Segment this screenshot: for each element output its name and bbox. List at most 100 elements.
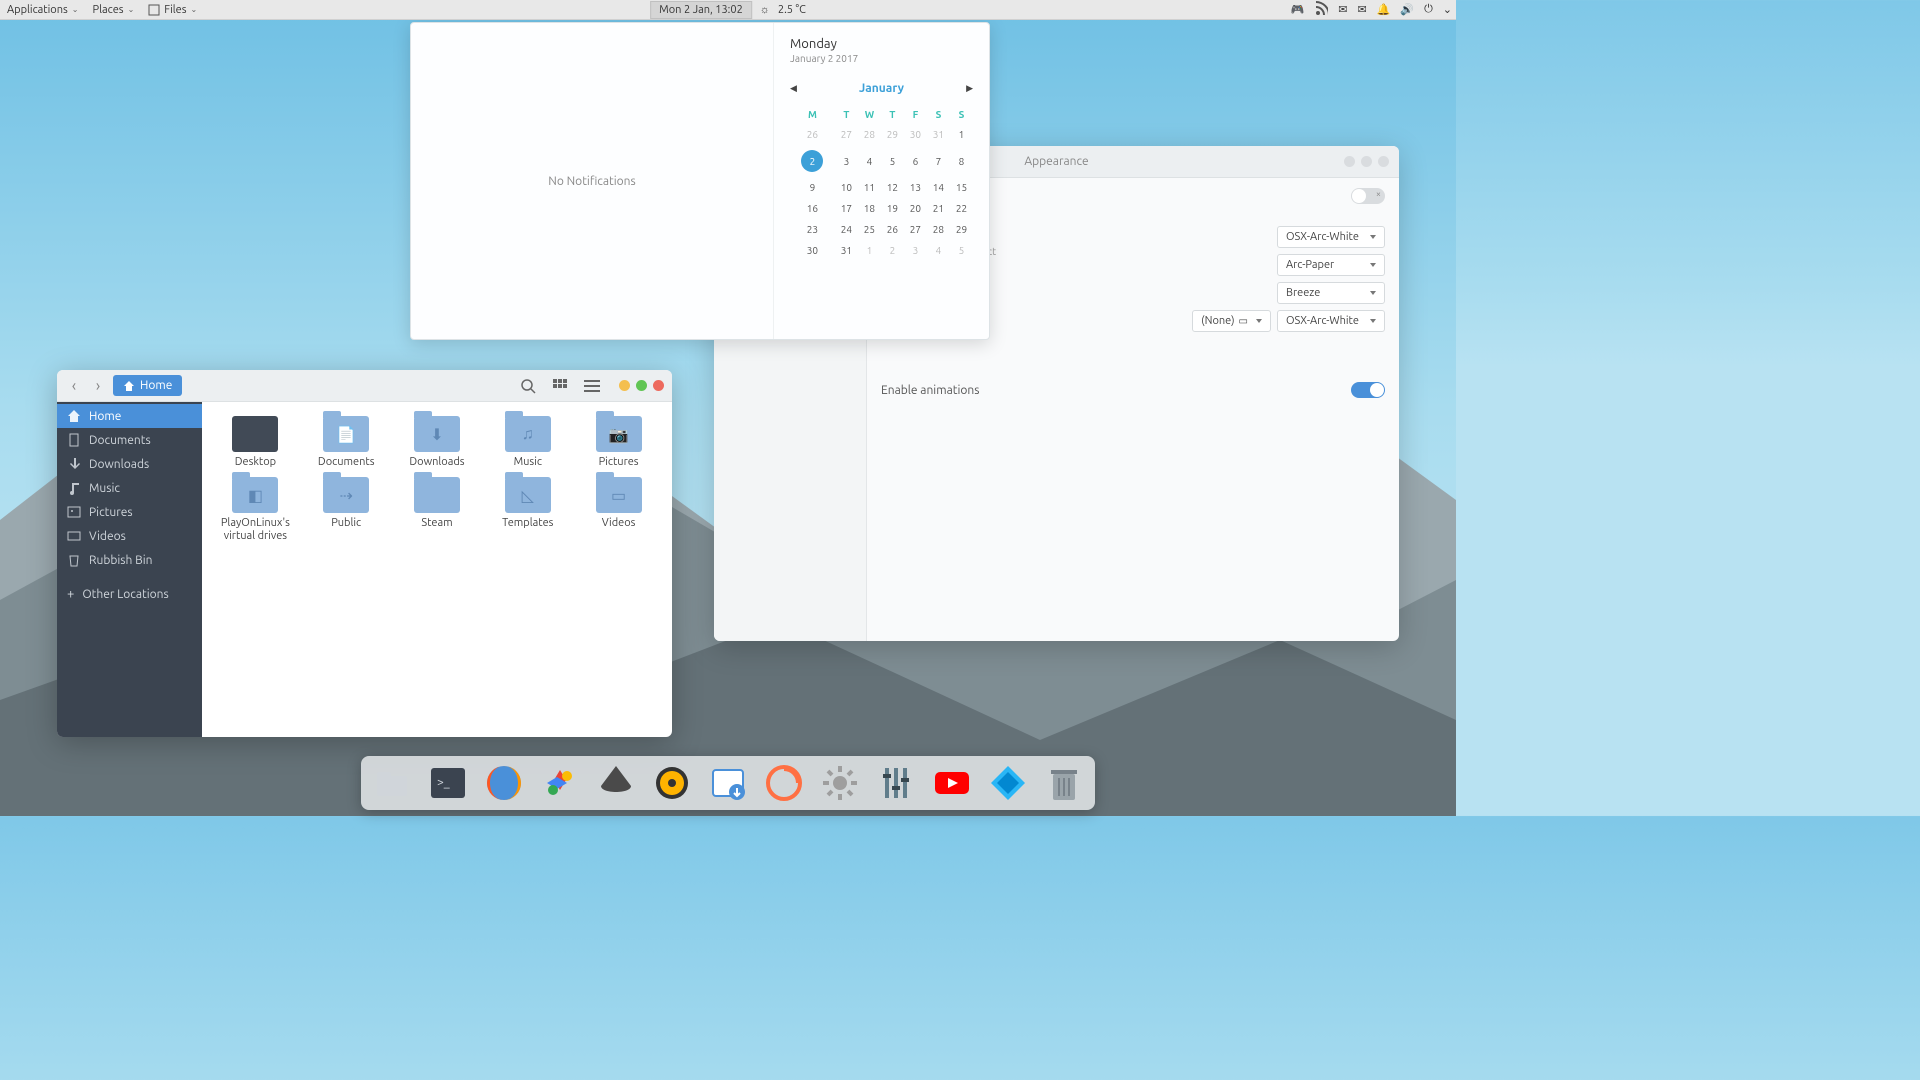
shell-theme-dropdown[interactable]: OSX-Arc-White <box>1277 310 1385 332</box>
cal-day[interactable]: 21 <box>927 198 950 219</box>
power-icon[interactable]: ⏻ <box>1424 3 1433 16</box>
folder-playonlinux-s-virtual-drives[interactable]: ◧PlayOnLinux's virtual drives <box>212 477 299 543</box>
rss-icon[interactable] <box>1314 1 1328 18</box>
cal-day[interactable]: 29 <box>950 219 973 240</box>
cal-day[interactable]: 25 <box>858 219 881 240</box>
close-button[interactable] <box>653 380 664 391</box>
cal-day[interactable]: 26 <box>881 219 904 240</box>
view-grid-icon[interactable] <box>552 378 568 394</box>
cal-next[interactable]: ▶ <box>966 83 973 94</box>
search-icon[interactable] <box>520 378 536 394</box>
nav-forward[interactable]: › <box>89 376 107 396</box>
cal-day[interactable]: 3 <box>904 240 927 261</box>
dock-updater[interactable] <box>763 762 805 804</box>
cal-day[interactable]: 31 <box>927 124 950 145</box>
cal-day[interactable]: 3 <box>835 145 858 177</box>
hamburger-icon[interactable] <box>584 378 600 394</box>
cal-day[interactable]: 29 <box>881 124 904 145</box>
cal-day[interactable]: 15 <box>950 177 973 198</box>
cal-day[interactable]: 1 <box>858 240 881 261</box>
animations-toggle[interactable] <box>1351 382 1385 398</box>
cal-day[interactable]: 27 <box>904 219 927 240</box>
cal-day[interactable]: 30 <box>790 240 835 261</box>
nav-back[interactable]: ‹ <box>65 376 83 396</box>
global-dark-toggle[interactable]: × <box>1351 188 1385 204</box>
cal-day[interactable]: 7 <box>927 145 950 177</box>
cal-day[interactable]: 2 <box>881 240 904 261</box>
mail-icon[interactable]: ✉ <box>1338 3 1347 16</box>
cal-day[interactable]: 13 <box>904 177 927 198</box>
dock-inkscape[interactable] <box>595 762 637 804</box>
sidebar-item-music[interactable]: Music <box>57 476 202 500</box>
minimize-button[interactable] <box>619 380 630 391</box>
tweaks-max[interactable] <box>1361 156 1372 167</box>
cursor-theme-dropdown[interactable]: Breeze <box>1277 282 1385 304</box>
dock-files-app[interactable] <box>371 762 413 804</box>
dock-photos[interactable] <box>539 762 581 804</box>
folder-documents[interactable]: 📄Documents <box>303 416 390 469</box>
sidebar-item-downloads[interactable]: Downloads <box>57 452 202 476</box>
folder-templates[interactable]: ◺Templates <box>484 477 571 543</box>
cal-day[interactable]: 8 <box>950 145 973 177</box>
dock-tuner[interactable] <box>875 762 917 804</box>
cal-day[interactable]: 19 <box>881 198 904 219</box>
icon-theme-dropdown[interactable]: Arc-Paper <box>1277 254 1385 276</box>
cal-day[interactable]: 28 <box>927 219 950 240</box>
bell-icon[interactable]: 🔔 <box>1377 3 1391 16</box>
sidebar-item-rubbish-bin[interactable]: Rubbish Bin <box>57 548 202 572</box>
cal-day[interactable]: 2 <box>790 145 835 177</box>
cal-day[interactable]: 12 <box>881 177 904 198</box>
tweaks-close[interactable] <box>1378 156 1389 167</box>
cal-day[interactable]: 11 <box>858 177 881 198</box>
cal-day[interactable]: 27 <box>835 124 858 145</box>
folder-steam[interactable]: Steam <box>394 477 481 543</box>
sidebar-item-pictures[interactable]: Pictures <box>57 500 202 524</box>
chevron-down-icon[interactable]: ⌄ <box>1443 3 1452 16</box>
mail2-icon[interactable]: ✉ <box>1357 3 1366 16</box>
cal-day[interactable]: 26 <box>790 124 835 145</box>
cal-day[interactable]: 17 <box>835 198 858 219</box>
cal-day[interactable]: 5 <box>950 240 973 261</box>
shell-theme-none[interactable]: (None)▭ <box>1192 310 1271 332</box>
sidebar-other-locations[interactable]: +Other Locations <box>57 582 202 606</box>
folder-downloads[interactable]: ⬇Downloads <box>394 416 481 469</box>
cal-day[interactable]: 30 <box>904 124 927 145</box>
dock-firefox[interactable] <box>483 762 525 804</box>
clock-label[interactable]: Mon 2 Jan, 13:02 <box>650 1 752 19</box>
cal-day[interactable]: 31 <box>835 240 858 261</box>
volume-icon[interactable]: 🔊 <box>1400 3 1414 16</box>
path-home-button[interactable]: Home <box>113 375 182 396</box>
cal-day[interactable]: 16 <box>790 198 835 219</box>
panel-clock[interactable]: Mon 2 Jan, 13:02 ☼ 2.5 °C <box>650 1 806 19</box>
cal-day[interactable]: 23 <box>790 219 835 240</box>
sidebar-item-documents[interactable]: Documents <box>57 428 202 452</box>
gtk-theme-dropdown[interactable]: OSX-Arc-White <box>1277 226 1385 248</box>
cal-day[interactable]: 18 <box>858 198 881 219</box>
folder-videos[interactable]: ▭Videos <box>575 477 662 543</box>
dock-settings[interactable] <box>819 762 861 804</box>
maximize-button[interactable] <box>636 380 647 391</box>
folder-desktop[interactable]: Desktop <box>212 416 299 469</box>
dock-kodi[interactable] <box>987 762 1029 804</box>
cal-day[interactable]: 20 <box>904 198 927 219</box>
cal-day[interactable]: 9 <box>790 177 835 198</box>
dock-terminal-app[interactable]: >_ <box>427 762 469 804</box>
sidebar-item-videos[interactable]: Videos <box>57 524 202 548</box>
files-menu[interactable]: Files⌄ <box>141 0 204 19</box>
applications-menu[interactable]: Applications⌄ <box>0 0 86 19</box>
tweaks-min[interactable] <box>1344 156 1355 167</box>
cal-day[interactable]: 4 <box>927 240 950 261</box>
cal-prev[interactable]: ◀ <box>790 83 797 94</box>
dock-downloader[interactable] <box>707 762 749 804</box>
controller-icon[interactable]: 🎮 <box>1291 3 1305 16</box>
folder-public[interactable]: ⇢Public <box>303 477 390 543</box>
cal-day[interactable]: 4 <box>858 145 881 177</box>
cal-day[interactable]: 1 <box>950 124 973 145</box>
cal-day[interactable]: 6 <box>904 145 927 177</box>
cal-day[interactable]: 28 <box>858 124 881 145</box>
cal-day[interactable]: 22 <box>950 198 973 219</box>
sidebar-item-home[interactable]: Home <box>57 404 202 428</box>
cal-day[interactable]: 10 <box>835 177 858 198</box>
cal-day[interactable]: 14 <box>927 177 950 198</box>
dock-disc-burner[interactable] <box>651 762 693 804</box>
